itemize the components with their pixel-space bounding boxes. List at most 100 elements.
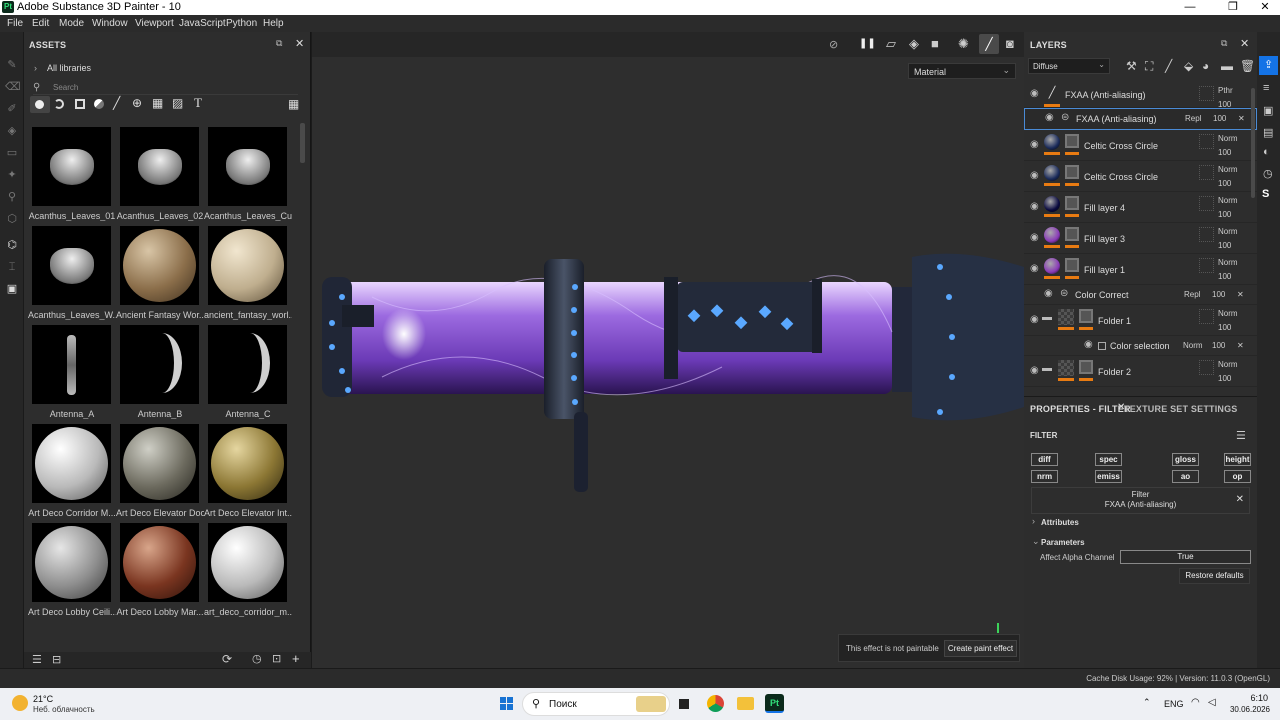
opacity-value[interactable]: 100	[1218, 148, 1231, 157]
menu-window[interactable]: Window	[92, 18, 128, 29]
filter-masks-icon[interactable]	[75, 99, 85, 109]
visibility-eye-icon[interactable]: ◉	[1030, 263, 1039, 274]
library-selector[interactable]: All libraries	[47, 63, 91, 73]
asset-tile[interactable]: Acanthus_Leaves_01	[28, 127, 116, 221]
remove-effect-icon[interactable]: ✕	[1237, 341, 1244, 350]
affect-alpha-select[interactable]: True	[1120, 550, 1251, 564]
maximize-icon[interactable]: ❐	[1218, 0, 1248, 15]
filter-materials-icon[interactable]	[30, 96, 50, 113]
start-icon[interactable]	[500, 697, 514, 711]
channel-op-toggle[interactable]: op	[1224, 470, 1251, 483]
texture-set-icon[interactable]: ▣	[1263, 104, 1273, 117]
add-mask-icon[interactable]: ⛶	[1145, 59, 1153, 74]
layer-row[interactable]: ◉ ▬ Folder 1 Norm 100	[1024, 305, 1257, 336]
channel-spec-toggle[interactable]: spec	[1095, 453, 1122, 466]
menu-viewport[interactable]: Viewport	[135, 18, 174, 29]
blend-mode[interactable]: Norm	[1218, 309, 1238, 318]
minimize-icon[interactable]: —	[1175, 0, 1205, 15]
filter-smart-materials-icon[interactable]	[54, 99, 64, 109]
asset-tile[interactable]: Art Deco Lobby Mar...	[116, 523, 204, 617]
chevron-down-icon[interactable]: ⌄	[1032, 536, 1040, 547]
smudge-icon[interactable]: ▭	[5, 146, 19, 160]
visibility-eye-icon[interactable]: ◉	[1030, 201, 1039, 212]
visibility-eye-icon[interactable]: ◉	[1030, 139, 1039, 150]
layer-row[interactable]: ◉ Celtic Cross Circle Norm 100	[1024, 161, 1257, 192]
bake-icon[interactable]: ⌬	[5, 238, 19, 252]
chevron-right-icon[interactable]: ›	[34, 63, 37, 73]
layer-row[interactable]: ◉ ⊜ FXAA (Anti-aliasing) Repl 100 ✕	[1024, 108, 1257, 130]
layer-mask-slot[interactable]	[1199, 309, 1214, 324]
assets-icon[interactable]: ▣	[5, 282, 19, 296]
channel-emiss-toggle[interactable]: emiss	[1095, 470, 1122, 483]
tab-properties-filter[interactable]: PROPERTIES - FILTER	[1030, 404, 1131, 414]
asset-tile[interactable]: Acanthus_Leaves_Cu...	[204, 127, 292, 221]
blend-mode[interactable]: Norm	[1218, 165, 1238, 174]
remove-effect-icon[interactable]: ✕	[1238, 114, 1245, 123]
tray-chevron-icon[interactable]: ⌃	[1143, 697, 1151, 708]
asset-tile[interactable]: Art Deco Corridor M...	[28, 424, 116, 518]
assets-close-icon[interactable]: ✕	[295, 37, 304, 50]
menu-python[interactable]: Python	[226, 18, 257, 29]
asset-tile[interactable]: Art Deco Elevator Int...	[204, 424, 292, 518]
add-folder-icon[interactable]: ▬	[1221, 59, 1233, 73]
layer-mask-slot[interactable]	[1199, 258, 1214, 273]
layers-close-icon[interactable]: ✕	[1240, 37, 1249, 50]
asset-tile[interactable]: Antenna_A	[28, 325, 116, 419]
camera-icon[interactable]: ■	[931, 36, 939, 51]
eraser-icon[interactable]: ⌫	[5, 80, 21, 94]
history-icon[interactable]: ◷	[252, 652, 262, 665]
refresh-icon[interactable]: ⟳	[222, 652, 232, 666]
layer-mask-slot[interactable]	[1199, 86, 1214, 101]
asset-tile[interactable]: Antenna_C	[204, 325, 292, 419]
history-dock-icon[interactable]: ◷	[1263, 167, 1273, 180]
filter-environment-icon[interactable]: ▨	[172, 96, 183, 110]
sort-icon[interactable]: ☰	[32, 653, 42, 666]
task-view-icon[interactable]	[679, 699, 689, 709]
properties-dock-icon[interactable]: ▤	[1263, 126, 1273, 139]
taskbar-search[interactable]: ⚲ Поиск	[522, 692, 670, 716]
cube-icon[interactable]: ◈	[909, 36, 919, 52]
layer-mask-slot[interactable]	[1199, 360, 1214, 375]
menu-mode[interactable]: Mode	[59, 18, 84, 29]
layers-dock-icon[interactable]: ≡	[1263, 82, 1269, 94]
filter-brushes-icon[interactable]: ╱	[113, 96, 120, 110]
hide-icon[interactable]: ⊘	[829, 38, 838, 51]
display-settings-icon[interactable]: ◐	[1263, 146, 1270, 158]
opacity-value[interactable]: 100	[1218, 241, 1231, 250]
blend-mode[interactable]: Repl	[1184, 290, 1200, 299]
filter-text-icon[interactable]: T	[194, 95, 202, 111]
substance-icon[interactable]: S	[1262, 188, 1269, 200]
asset-tile[interactable]: Ancient Fantasy Wor...	[116, 226, 204, 320]
asset-tile[interactable]: Art Deco Lobby Ceili...	[28, 523, 116, 617]
picker-icon[interactable]: ⚲	[5, 190, 19, 204]
menu-file[interactable]: File	[7, 18, 23, 29]
menu-edit[interactable]: Edit	[32, 18, 49, 29]
visibility-eye-icon[interactable]: ◉	[1044, 288, 1053, 299]
add-icon[interactable]: +	[292, 651, 300, 666]
undock-icon[interactable]: ⧉	[276, 38, 282, 49]
asset-tile[interactable]: Antenna_B	[116, 325, 204, 419]
layers-undock-icon[interactable]: ⧉	[1221, 38, 1227, 49]
layer-row[interactable]: ◉ Fill layer 1 Norm 100	[1024, 254, 1257, 285]
layer-mask-slot[interactable]	[1199, 165, 1214, 180]
layer-mask-slot[interactable]	[1199, 227, 1214, 242]
layer-mask-slot[interactable]	[1199, 196, 1214, 211]
assets-scrollbar[interactable]	[300, 123, 305, 163]
opacity-value[interactable]: 100	[1218, 374, 1231, 383]
share-icon[interactable]: ⇪	[1259, 56, 1278, 75]
blend-mode[interactable]: Norm	[1218, 258, 1238, 267]
layer-row[interactable]: ◉ ╱ FXAA (Anti-aliasing) Pthr 100	[1024, 82, 1257, 109]
layer-row[interactable]: ◉ Color selection Norm 100 ✕	[1024, 336, 1257, 356]
channel-ao-toggle[interactable]: ao	[1172, 470, 1199, 483]
add-paint-layer-icon[interactable]: ╱	[1165, 59, 1172, 73]
material-mode-select[interactable]: Material ⌄	[908, 63, 1016, 79]
remove-effect-icon[interactable]: ✕	[1237, 290, 1244, 299]
file-explorer-icon[interactable]	[737, 697, 754, 710]
add-fill-layer-icon[interactable]: ⬙	[1184, 59, 1193, 73]
opacity-value[interactable]: 100	[1213, 114, 1226, 123]
blend-mode[interactable]: Norm	[1183, 341, 1203, 350]
add-smart-material-icon[interactable]: ◕	[1202, 59, 1209, 73]
filter-grid-icon[interactable]: ▦	[152, 96, 163, 110]
menu-help[interactable]: Help	[263, 18, 284, 29]
blend-mode[interactable]: Norm	[1218, 196, 1238, 205]
